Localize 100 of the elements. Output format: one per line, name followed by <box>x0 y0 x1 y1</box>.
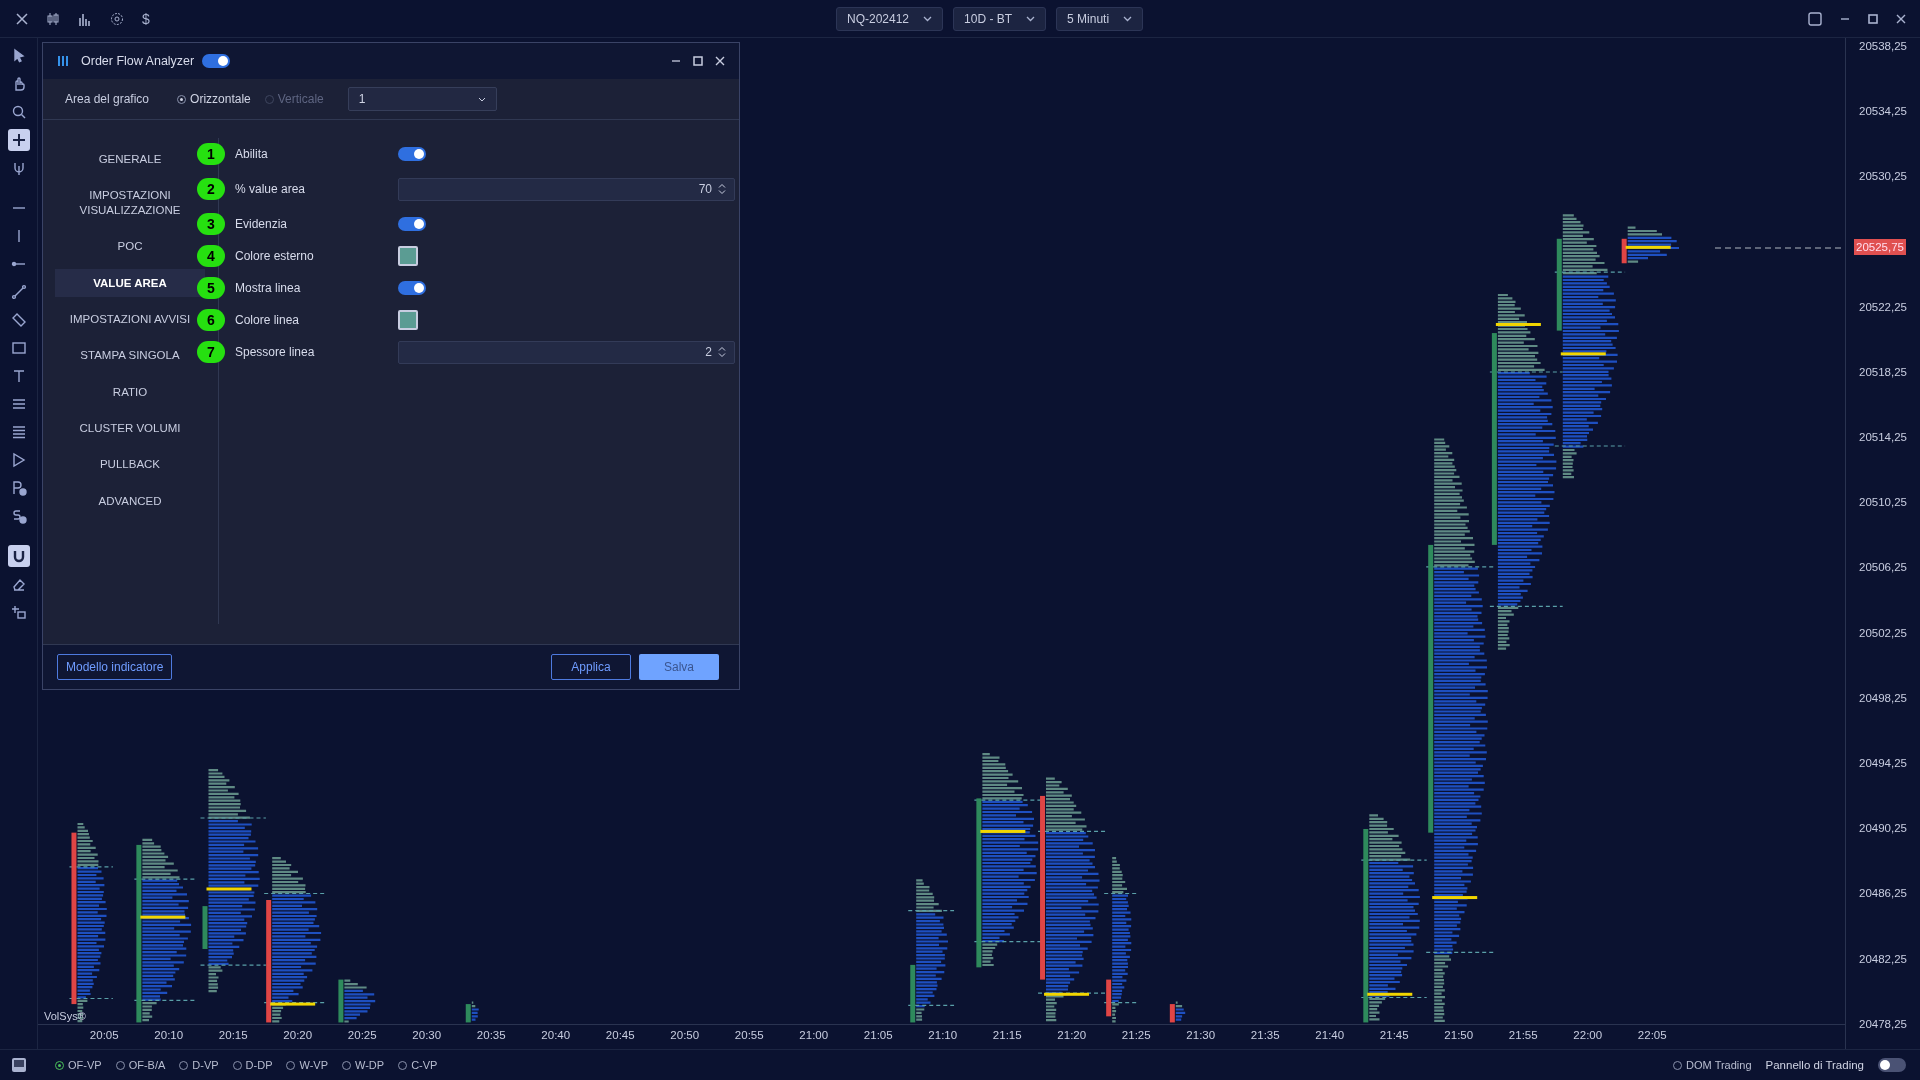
candle <box>465 1004 471 1023</box>
orientation-radio[interactable]: Orizzontale <box>177 92 251 106</box>
profile-radio[interactable]: C-VP <box>398 1059 438 1071</box>
section-tab[interactable]: ADVANCED <box>55 486 205 516</box>
toggle-switch[interactable] <box>1878 1058 1906 1072</box>
section-tab[interactable]: PULLBACK <box>55 450 205 479</box>
poc-line <box>980 829 1026 833</box>
dollar-button[interactable]: $ <box>142 10 150 27</box>
poc-line <box>140 915 186 919</box>
trading-panel-label: Pannello di Trading <box>1765 1059 1864 1071</box>
close-icon[interactable] <box>16 12 28 25</box>
close-icon[interactable] <box>715 56 725 66</box>
brand-label: VolSys® <box>44 1010 86 1022</box>
price-axis-label: 20522,25 <box>1859 299 1907 315</box>
layout-icon[interactable] <box>1808 11 1822 26</box>
poc-line <box>1560 352 1606 356</box>
panel-icon[interactable] <box>11 1057 27 1073</box>
time-axis-label: 20:20 <box>282 1028 314 1043</box>
volume-profile <box>1175 1001 1186 1021</box>
candle <box>1106 979 1112 1017</box>
close-icon[interactable] <box>1896 13 1906 24</box>
poc-line <box>206 887 252 891</box>
template-button[interactable]: Modello indicatore <box>57 654 173 680</box>
profile-radio[interactable]: OF-VP <box>55 1059 102 1071</box>
time-axis-label: 21:05 <box>862 1028 894 1043</box>
spinner-icon[interactable] <box>718 183 726 195</box>
toolbar-dropdown[interactable]: 10D - BT <box>953 6 1047 31</box>
step-number-badge: 1 <box>197 143 225 165</box>
candle <box>1621 238 1627 264</box>
step-number-badge: 3 <box>197 213 225 235</box>
time-axis-label: 21:40 <box>1314 1028 1346 1043</box>
poc-line <box>1432 896 1478 900</box>
time-axis-label: 20:10 <box>153 1028 185 1043</box>
profile-radio[interactable]: OF-B/A <box>115 1059 166 1071</box>
pane-dropdown[interactable]: 1 <box>347 87 497 111</box>
maximize-icon[interactable] <box>693 56 703 66</box>
price-axis-label: 20482,25 <box>1859 951 1907 967</box>
volume-profile <box>344 979 376 1023</box>
section-tab[interactable]: CLUSTER VOLUMI <box>55 414 205 443</box>
time-axis-label: 21:25 <box>1120 1028 1152 1043</box>
bars-icon <box>57 55 69 67</box>
color-swatch[interactable] <box>398 246 418 266</box>
setting-label: Abilita <box>234 147 269 161</box>
step-number-badge: 2 <box>197 178 225 200</box>
toolbar-dropdown[interactable]: 5 Minuti <box>1056 6 1144 31</box>
caret-icon <box>1026 15 1036 22</box>
dom-trading-radio[interactable]: DOM Trading <box>1673 1059 1752 1071</box>
price-axis-label: 20506,25 <box>1859 560 1907 576</box>
poc-line <box>1044 992 1090 996</box>
number-field[interactable]: 2 <box>398 340 735 364</box>
area-label: Area del grafico <box>65 92 150 106</box>
setting-label: Colore linea <box>234 313 301 327</box>
toggle-switch[interactable] <box>398 281 426 295</box>
time-axis-label: 21:45 <box>1378 1028 1410 1043</box>
profile-radio[interactable]: W-DP <box>342 1059 385 1071</box>
price-axis-label: 20494,25 <box>1859 756 1907 772</box>
time-axis-label: 20:25 <box>346 1028 378 1043</box>
poc-line <box>1367 992 1413 996</box>
price-axis-label: 20498,25 <box>1859 690 1907 706</box>
caret-icon <box>923 15 933 22</box>
price-axis-label: 20514,25 <box>1859 430 1907 445</box>
magnet-tool-icon[interactable] <box>7 545 30 567</box>
toggle-switch[interactable] <box>398 217 426 231</box>
setting-label: % value area <box>234 182 307 196</box>
time-axis-label: 21:50 <box>1443 1028 1475 1043</box>
apply-button[interactable]: Applica <box>551 654 631 680</box>
spinner-icon[interactable] <box>718 346 726 358</box>
step-number-badge: 4 <box>197 245 225 267</box>
time-axis-label: 21:10 <box>927 1028 959 1043</box>
time-axis-label: 22:00 <box>1572 1028 1604 1043</box>
candlestick-icon[interactable] <box>46 11 60 26</box>
price-axis-label: 20510,25 <box>1859 495 1907 511</box>
gear-icon[interactable] <box>110 11 124 26</box>
bar-chart-icon[interactable] <box>78 11 92 26</box>
profile-radio[interactable]: W-VP <box>286 1059 328 1071</box>
price-axis-label: 20518,25 <box>1859 364 1907 380</box>
section-tab[interactable]: VALUE AREA <box>55 268 205 297</box>
profile-radio[interactable]: D-DP <box>232 1059 273 1071</box>
section-tab[interactable]: RATIO <box>55 377 205 406</box>
time-axis-label: 22:05 <box>1636 1028 1668 1043</box>
step-number-badge: 6 <box>197 309 225 331</box>
toggle-switch[interactable] <box>398 147 426 161</box>
time-axis-label: 21:00 <box>798 1028 830 1043</box>
poc-line <box>1625 245 1671 249</box>
time-axis-label: 21:15 <box>991 1028 1023 1043</box>
profile-radio[interactable]: D-VP <box>179 1059 219 1071</box>
toolbar-dropdown[interactable]: NQ-202412 <box>836 6 944 31</box>
step-number-badge: 5 <box>197 277 225 299</box>
caret-icon <box>1123 15 1133 22</box>
price-axis-label: 20486,25 <box>1859 886 1907 902</box>
color-swatch[interactable] <box>398 310 418 330</box>
crosshair-tool-icon[interactable] <box>7 129 30 151</box>
toggle-switch[interactable] <box>202 54 231 68</box>
price-axis-label: 20490,25 <box>1859 821 1907 837</box>
setting-label: Colore esterno <box>234 249 315 263</box>
number-field[interactable]: 70 <box>398 177 735 201</box>
time-axis-label: 20:50 <box>669 1028 701 1043</box>
setting-label: Spessore linea <box>234 345 316 359</box>
maximize-icon[interactable] <box>1868 13 1878 24</box>
dialog-title: Order Flow Analyzer <box>81 54 195 68</box>
